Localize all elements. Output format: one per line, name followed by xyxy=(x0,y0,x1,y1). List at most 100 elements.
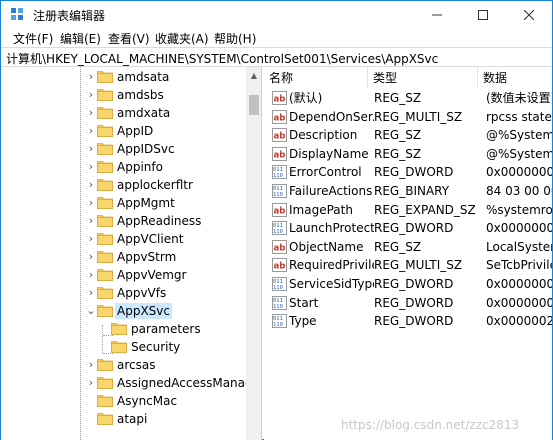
menu-edit[interactable]: 编辑(E) xyxy=(60,30,101,47)
tree-item-label: Appinfo xyxy=(117,160,163,174)
expand-chevron-icon[interactable]: › xyxy=(86,123,96,139)
tree-item[interactable]: › AppVClient xyxy=(1,230,246,248)
folder-icon xyxy=(97,377,113,389)
tree-item[interactable]: › AppvStrm xyxy=(1,248,246,266)
expand-chevron-icon[interactable]: › xyxy=(86,177,96,193)
folder-icon xyxy=(97,233,113,245)
expand-chevron-icon[interactable]: › xyxy=(86,357,96,373)
tree-item[interactable]: ⌄ AppXSvc xyxy=(1,302,246,320)
tree-item[interactable]: › AppvVfs xyxy=(1,284,246,302)
tree-item[interactable]: › AppMgmt xyxy=(1,194,246,212)
tree-item[interactable]: atapi xyxy=(1,410,246,428)
value-row[interactable]: abObjectName REG_SZ LocalSystem xyxy=(264,238,552,257)
collapse-chevron-icon[interactable]: ⌄ xyxy=(86,303,96,319)
tree-child-item[interactable]: Security xyxy=(1,338,246,356)
value-row[interactable]: 011 110 FailureActions REG_BINARY 84 03 00 0… xyxy=(264,182,552,201)
column-header-type[interactable]: 类型 xyxy=(368,67,478,89)
value-name: ObjectName xyxy=(289,239,364,254)
tree-item-label: AppVClient xyxy=(117,232,184,246)
tree-item[interactable]: › amdxata xyxy=(1,104,246,122)
value-row[interactable]: 011110Type REG_DWORD 0x00000020 (32) xyxy=(264,312,552,331)
minimize-icon xyxy=(432,14,442,15)
tree-item[interactable]: › amdsata xyxy=(1,68,246,86)
value-name: FailureActions xyxy=(289,184,373,198)
svg-text:ab: ab xyxy=(274,206,286,216)
scroll-thumb[interactable] xyxy=(249,95,259,115)
folder-icon xyxy=(97,71,113,83)
expand-chevron-icon[interactable]: › xyxy=(86,213,96,229)
svg-text:ab: ab xyxy=(274,113,286,123)
expand-chevron-icon[interactable]: › xyxy=(86,159,96,175)
value-row[interactable]: 011110ErrorControl REG_DWORD 0x00000001 (1… xyxy=(264,163,552,182)
value-data: SeTcbPrivilege xyxy=(486,258,552,273)
close-button[interactable] xyxy=(506,1,552,28)
tree-item[interactable]: › applockerfltr xyxy=(1,176,246,194)
tree-item[interactable]: › AppvVemgr xyxy=(1,266,246,284)
value-row[interactable]: 011110LaunchProtectedREG_DWORD 0x00000002… xyxy=(264,219,552,238)
tree-item[interactable]: › amdsbs xyxy=(1,86,246,104)
value-row[interactable]: 011110ServiceSidTypeREG_DWORD 0x00000001 … xyxy=(264,275,552,294)
window-title: 注册表编辑器 xyxy=(33,9,106,23)
tree-item-label: AssignedAccessManager xyxy=(117,376,262,390)
expand-chevron-icon[interactable]: › xyxy=(86,105,96,121)
column-header-name[interactable]: 名称 xyxy=(264,67,368,89)
expand-chevron-icon[interactable]: › xyxy=(86,267,96,283)
close-icon xyxy=(524,9,534,20)
value-type: REG_SZ xyxy=(374,91,422,105)
key-tree-pane[interactable]: › amdsata › amdsbs › amdxata › AppID › AppIDSvc › A… xyxy=(1,67,262,440)
svg-text:ab: ab xyxy=(274,95,286,105)
expand-chevron-icon[interactable]: › xyxy=(86,69,96,85)
expand-chevron-icon[interactable]: › xyxy=(86,231,96,247)
tree-item[interactable]: › AssignedAccessManager xyxy=(1,374,261,392)
value-row[interactable]: ab (默认) REG_SZ (数值未设置) xyxy=(264,89,552,108)
expand-chevron-icon[interactable]: › xyxy=(86,249,96,265)
value-row[interactable]: abDescription REG_SZ @%SystemRoot xyxy=(264,126,552,145)
tree-item[interactable]: › AppID xyxy=(1,122,246,140)
tree-item[interactable]: AsyncMac xyxy=(1,392,246,410)
tree-item[interactable]: › arcsas xyxy=(1,356,246,374)
folder-icon xyxy=(97,125,113,137)
menu-favorites[interactable]: 收藏夹(A) xyxy=(155,30,209,47)
value-type: REG_DWORD xyxy=(374,277,454,291)
value-row[interactable]: abDisplayName REG_SZ @%SystemRoot xyxy=(264,145,552,164)
menu-file[interactable]: 文件(F) xyxy=(13,30,53,47)
maximize-icon xyxy=(478,9,488,20)
expand-chevron-icon[interactable] xyxy=(86,411,96,427)
tree-item[interactable]: › AppIDSvc xyxy=(1,140,246,158)
values-list-pane[interactable]: 名称 类型 数据 ab (默认) REG_SZ (数值未设置) ab DependOnSe… xyxy=(264,67,552,440)
expand-chevron-icon[interactable]: › xyxy=(86,87,96,103)
tree-item[interactable]: › AppReadiness xyxy=(1,212,246,230)
address-path[interactable]: 计算机\HKEY_LOCAL_MACHINE\SYSTEM\ControlSet… xyxy=(6,50,438,67)
address-bar[interactable]: 计算机\HKEY_LOCAL_MACHINE\SYSTEM\ControlSet… xyxy=(1,47,552,67)
value-data: 0x00000001 (1) xyxy=(486,165,552,180)
expand-chevron-icon[interactable] xyxy=(86,393,96,409)
minimize-button[interactable] xyxy=(414,1,460,28)
value-row[interactable]: abRequiredPrivile...REG_MULTI_SZ SeTcbPri… xyxy=(264,256,552,275)
scroll-up-arrow-icon[interactable]: ▲ xyxy=(246,67,261,83)
binary-value-icon: 011110 xyxy=(272,295,287,310)
tree-item-label: Security xyxy=(131,340,181,354)
value-row[interactable]: abDependOnSer...REG_MULTI_SZ rpcss stater… xyxy=(264,108,552,127)
expand-chevron-icon[interactable]: › xyxy=(86,285,96,301)
maximize-button[interactable] xyxy=(460,1,506,28)
folder-icon xyxy=(97,251,113,263)
tree-item-label: AppvVemgr xyxy=(117,268,187,282)
title-bar[interactable]: 注册表编辑器 xyxy=(1,1,552,28)
menu-help[interactable]: 帮助(H) xyxy=(214,30,256,47)
expand-chevron-icon[interactable]: › xyxy=(86,195,96,211)
tree-item-label: AppIDSvc xyxy=(117,142,175,156)
tree-item-label: AppvVfs xyxy=(117,286,167,300)
value-row[interactable]: abImagePath REG_EXPAND_SZ %systemroot% xyxy=(264,201,552,220)
value-row[interactable]: 011110Start REG_DWORD 0x00000004 (4) xyxy=(264,294,552,313)
menu-view[interactable]: 查看(V) xyxy=(108,30,150,47)
value-data: %systemroot% xyxy=(486,202,552,217)
column-header-data[interactable]: 数据 xyxy=(478,67,552,89)
value-name: DependOnSer... xyxy=(289,109,374,124)
tree-child-item[interactable]: parameters xyxy=(1,320,246,338)
binary-value-icon: 011110 xyxy=(272,221,287,236)
expand-chevron-icon[interactable]: › xyxy=(86,141,96,157)
tree-item-label: AppvStrm xyxy=(117,250,177,264)
tree-vertical-scrollbar[interactable]: ▲ xyxy=(246,67,261,440)
tree-item[interactable]: › Appinfo xyxy=(1,158,246,176)
expand-chevron-icon[interactable]: › xyxy=(86,375,96,391)
